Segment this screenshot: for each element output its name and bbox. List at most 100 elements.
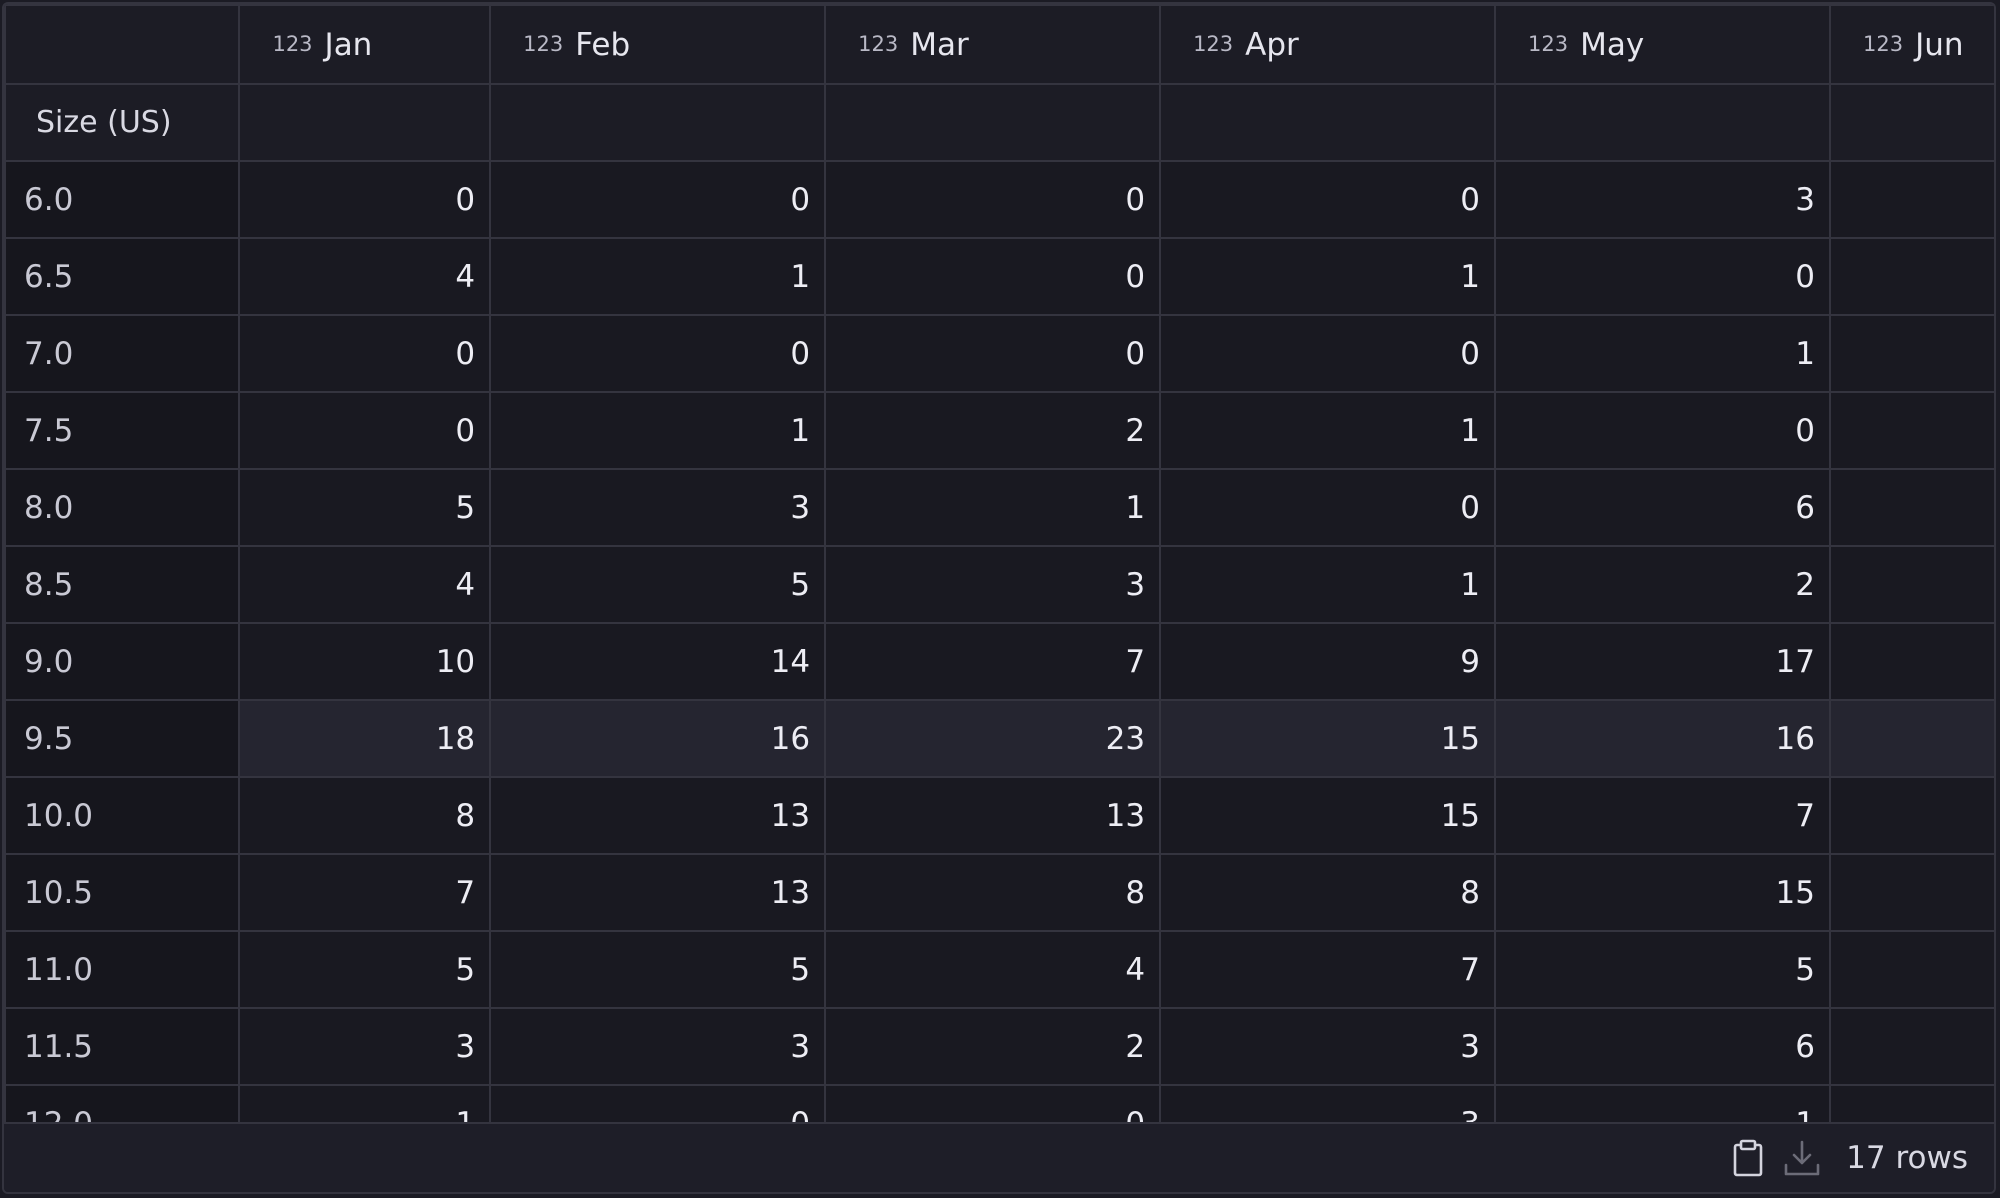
table-cell[interactable]: 7 bbox=[824, 622, 1162, 701]
table-cell[interactable]: 4 bbox=[238, 237, 492, 316]
table-scroll-area[interactable]: 123 Jan 123 Feb 123 Mar 123 Apr 123 May 123 Ju… bbox=[4, 4, 1994, 1124]
table-cell[interactable]: 2 bbox=[824, 391, 1162, 470]
table-cell[interactable]: 1 bbox=[1159, 237, 1497, 316]
table-cell[interactable]: 23 bbox=[824, 699, 1162, 778]
table-cell[interactable] bbox=[1828, 314, 1994, 393]
table-cell[interactable] bbox=[1828, 699, 1994, 778]
table-cell[interactable] bbox=[1828, 1084, 1994, 1124]
table-cell[interactable]: 15 bbox=[1494, 853, 1831, 932]
table-cell[interactable] bbox=[1828, 853, 1994, 932]
table-cell[interactable]: 0 bbox=[489, 1084, 827, 1124]
table-cell[interactable]: 3 bbox=[1494, 160, 1831, 239]
table-cell[interactable]: 0 bbox=[489, 314, 827, 393]
table-cell[interactable]: 9 bbox=[1159, 622, 1497, 701]
download-icon[interactable] bbox=[1782, 1138, 1822, 1178]
table-cell[interactable]: 18 bbox=[238, 699, 492, 778]
column-header-jan[interactable]: 123 Jan bbox=[238, 4, 492, 85]
table-cell[interactable]: 13 bbox=[489, 776, 827, 855]
table-cell[interactable] bbox=[1828, 622, 1994, 701]
column-header-may[interactable]: 123 May bbox=[1494, 4, 1831, 85]
table-cell[interactable]: 0 bbox=[824, 314, 1162, 393]
table-row[interactable]: 12.0 1 0 0 3 1 bbox=[4, 1084, 1994, 1124]
table-cell[interactable]: 0 bbox=[1159, 160, 1497, 239]
table-cell[interactable]: 0 bbox=[489, 160, 827, 239]
table-row[interactable]: 10.5 7 13 8 8 15 bbox=[4, 853, 1994, 932]
table-cell[interactable]: 6 bbox=[1494, 1007, 1831, 1086]
table-cell[interactable] bbox=[1828, 468, 1994, 547]
table-cell[interactable]: 2 bbox=[824, 1007, 1162, 1086]
table-cell[interactable]: 3 bbox=[238, 1007, 492, 1086]
table-cell[interactable] bbox=[1828, 237, 1994, 316]
clipboard-icon[interactable] bbox=[1728, 1138, 1768, 1178]
table-cell[interactable]: 5 bbox=[489, 930, 827, 1009]
column-header-apr[interactable]: 123 Apr bbox=[1159, 4, 1497, 85]
table-cell[interactable]: 8 bbox=[824, 853, 1162, 932]
table-cell[interactable]: 3 bbox=[489, 1007, 827, 1086]
table-cell[interactable]: 3 bbox=[824, 545, 1162, 624]
table-cell[interactable]: 1 bbox=[1159, 391, 1497, 470]
table-cell[interactable]: 1 bbox=[489, 391, 827, 470]
table-cell[interactable]: 17 bbox=[1494, 622, 1831, 701]
table-cell[interactable]: 0 bbox=[824, 237, 1162, 316]
table-cell[interactable]: 1 bbox=[824, 468, 1162, 547]
table-row[interactable]: 6.5 4 1 0 1 0 bbox=[4, 237, 1994, 316]
table-cell[interactable]: 15 bbox=[1159, 776, 1497, 855]
table-cell[interactable]: 5 bbox=[238, 468, 492, 547]
table-row[interactable]: 7.5 0 1 2 1 0 bbox=[4, 391, 1994, 470]
table-cell[interactable]: 2 bbox=[1494, 545, 1831, 624]
table-row[interactable]: 10.0 8 13 13 15 7 bbox=[4, 776, 1994, 855]
table-cell[interactable]: 5 bbox=[238, 930, 492, 1009]
table-cell[interactable]: 15 bbox=[1159, 699, 1497, 778]
table-cell[interactable]: 1 bbox=[1494, 314, 1831, 393]
table-row[interactable]: 8.5 4 5 3 1 2 bbox=[4, 545, 1994, 624]
table-cell[interactable]: 1 bbox=[1494, 1084, 1831, 1124]
table-cell[interactable]: 3 bbox=[1159, 1084, 1497, 1124]
table-row[interactable]: 9.0 10 14 7 9 17 bbox=[4, 622, 1994, 701]
table-cell[interactable]: 6 bbox=[1494, 468, 1831, 547]
table-cell[interactable] bbox=[1828, 1007, 1994, 1086]
column-header-feb[interactable]: 123 Feb bbox=[489, 4, 827, 85]
table-cell[interactable]: 5 bbox=[1494, 930, 1831, 1009]
table-row[interactable]: 6.0 0 0 0 0 3 bbox=[4, 160, 1994, 239]
table-cell[interactable]: 7 bbox=[238, 853, 492, 932]
table-cell[interactable]: 3 bbox=[489, 468, 827, 547]
table-cell[interactable]: 0 bbox=[824, 1084, 1162, 1124]
table-cell[interactable]: 7 bbox=[1159, 930, 1497, 1009]
table-cell[interactable]: 10 bbox=[238, 622, 492, 701]
column-header-jun[interactable]: 123 Jun bbox=[1828, 4, 1994, 85]
table-row[interactable]: 8.0 5 3 1 0 6 bbox=[4, 468, 1994, 547]
table-cell[interactable]: 0 bbox=[238, 160, 492, 239]
table-cell[interactable]: 1 bbox=[1159, 545, 1497, 624]
table-cell[interactable] bbox=[1828, 930, 1994, 1009]
table-cell[interactable] bbox=[1828, 545, 1994, 624]
table-cell[interactable]: 8 bbox=[1159, 853, 1497, 932]
table-cell[interactable]: 0 bbox=[238, 391, 492, 470]
table-cell[interactable]: 0 bbox=[1159, 314, 1497, 393]
table-cell[interactable]: 16 bbox=[1494, 699, 1831, 778]
table-cell[interactable]: 0 bbox=[238, 314, 492, 393]
table-row[interactable]: 7.0 0 0 0 0 1 bbox=[4, 314, 1994, 393]
table-cell[interactable] bbox=[1828, 160, 1994, 239]
table-cell[interactable]: 1 bbox=[238, 1084, 492, 1124]
table-cell[interactable]: 0 bbox=[1494, 391, 1831, 470]
table-cell[interactable]: 0 bbox=[1494, 237, 1831, 316]
table-cell[interactable]: 7 bbox=[1494, 776, 1831, 855]
table-cell[interactable]: 8 bbox=[238, 776, 492, 855]
column-header-mar[interactable]: 123 Mar bbox=[824, 4, 1162, 85]
table-cell[interactable]: 4 bbox=[824, 930, 1162, 1009]
table-row[interactable]: 11.0 5 5 4 7 5 bbox=[4, 930, 1994, 1009]
table-row[interactable]: 9.5 18 16 23 15 16 bbox=[4, 699, 1994, 778]
table-cell[interactable]: 0 bbox=[824, 160, 1162, 239]
table-cell[interactable] bbox=[1828, 391, 1994, 470]
table-row[interactable]: 11.5 3 3 2 3 6 bbox=[4, 1007, 1994, 1086]
table-cell[interactable]: 4 bbox=[238, 545, 492, 624]
table-cell[interactable]: 13 bbox=[824, 776, 1162, 855]
table-cell[interactable]: 3 bbox=[1159, 1007, 1497, 1086]
table-cell[interactable] bbox=[1828, 776, 1994, 855]
table-cell[interactable]: 14 bbox=[489, 622, 827, 701]
table-cell[interactable]: 13 bbox=[489, 853, 827, 932]
table-cell[interactable]: 1 bbox=[489, 237, 827, 316]
table-cell[interactable]: 5 bbox=[489, 545, 827, 624]
table-cell[interactable]: 16 bbox=[489, 699, 827, 778]
table-cell[interactable]: 0 bbox=[1159, 468, 1497, 547]
